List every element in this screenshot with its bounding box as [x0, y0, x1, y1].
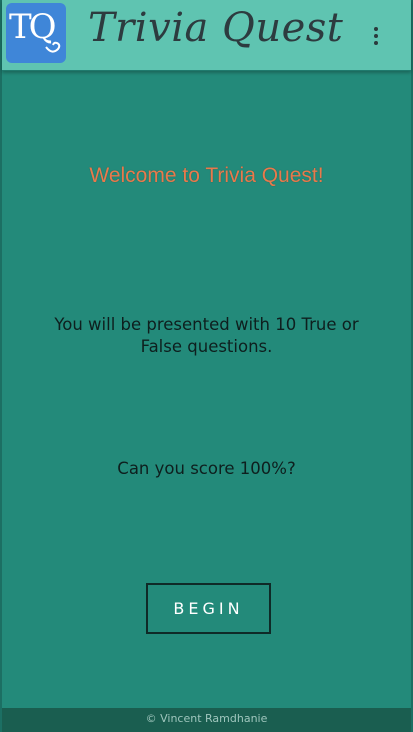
- more-vert-icon-dot: [374, 34, 378, 38]
- more-options-button[interactable]: [364, 22, 388, 50]
- footer-credit: © Vincent Ramdhanie: [145, 712, 268, 725]
- logo-swirl-icon: [45, 41, 61, 53]
- app-title: Trivia Quest: [88, 5, 344, 51]
- app-bar: TQ Trivia Quest: [2, 0, 411, 71]
- intro-text: You will be presented with 10 True or Fa…: [54, 315, 359, 356]
- more-vert-icon-dot: [374, 41, 378, 45]
- begin-button[interactable]: BEGIN: [146, 583, 271, 634]
- app-logo: TQ: [6, 3, 66, 63]
- welcome-heading: Welcome to Trivia Quest!: [89, 164, 324, 187]
- footer: © Vincent Ramdhanie: [2, 708, 411, 732]
- more-vert-icon: [374, 27, 378, 31]
- challenge-text: Can you score 100%?: [117, 459, 296, 478]
- app-screen: TQ Trivia Quest Welcome to Trivia Quest!…: [0, 0, 413, 732]
